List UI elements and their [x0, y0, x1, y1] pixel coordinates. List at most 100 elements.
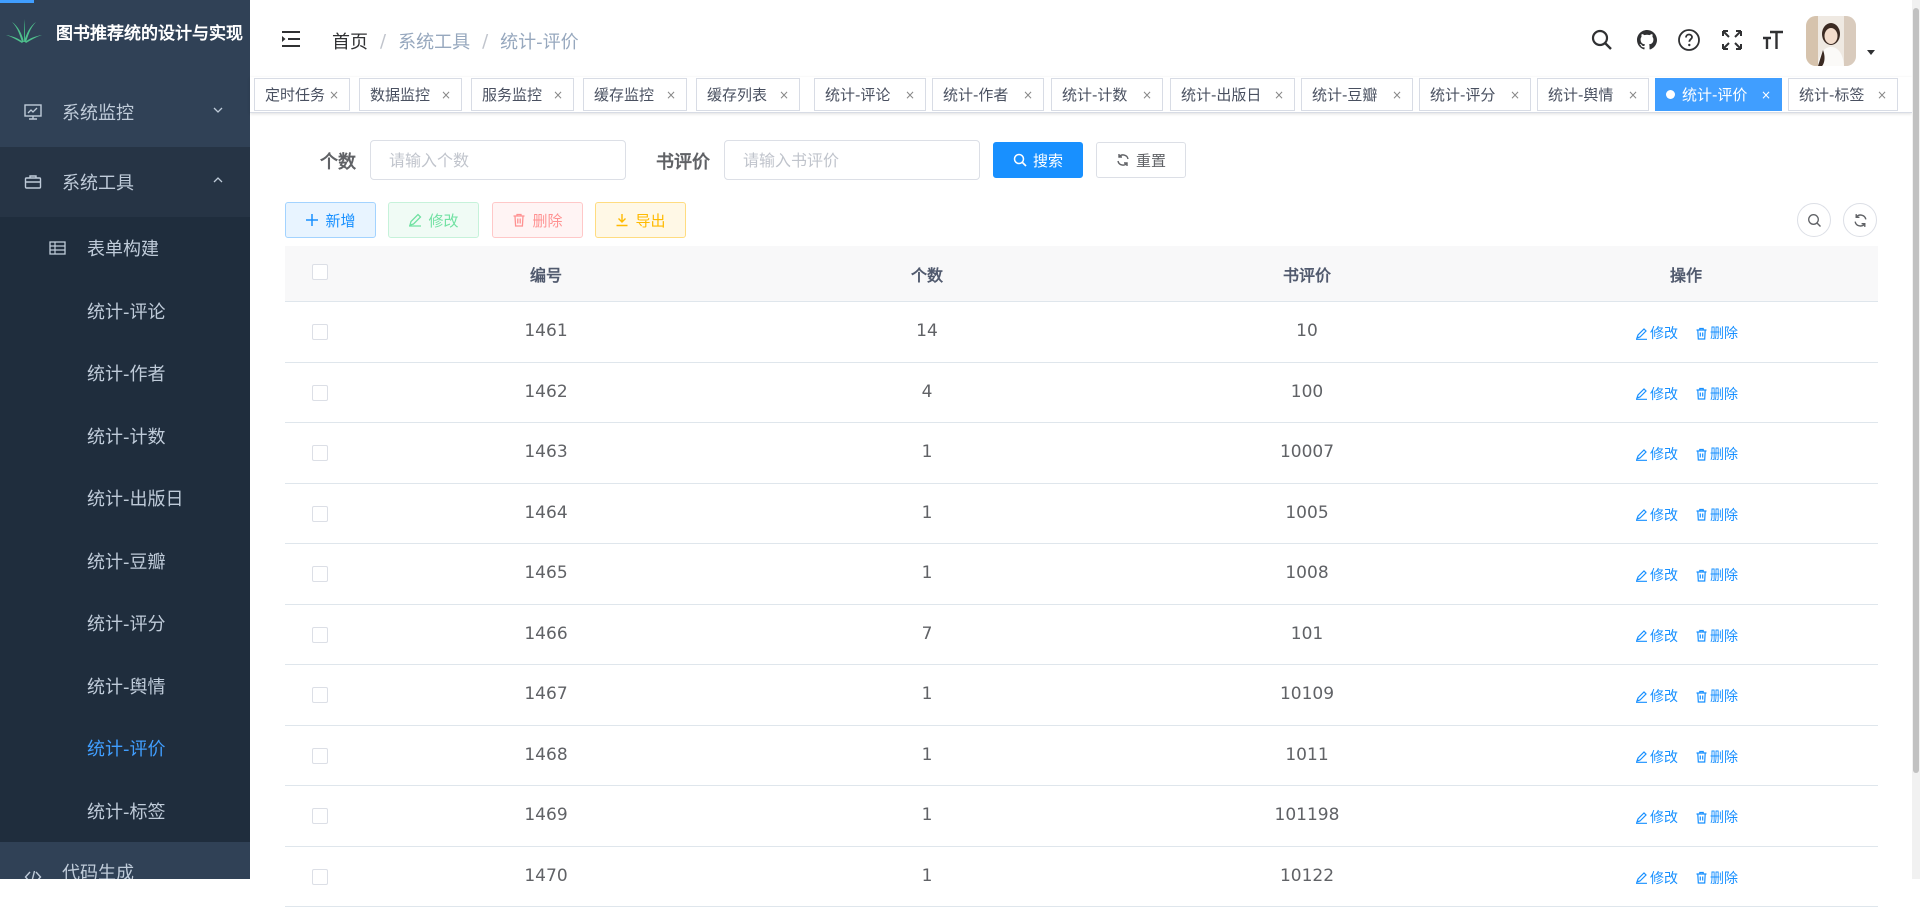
- row-checkbox[interactable]: [312, 627, 328, 643]
- sidebar-item-stat-rating[interactable]: 统计-评分: [0, 592, 250, 655]
- sidebar-item-stat-author[interactable]: 统计-作者: [0, 342, 250, 405]
- row-checkbox[interactable]: [312, 506, 328, 522]
- close-icon[interactable]: ×: [1877, 88, 1887, 102]
- tag-stat-douban[interactable]: 统计-豆瓣×: [1301, 78, 1413, 111]
- row-edit-button[interactable]: 修改: [1635, 807, 1678, 827]
- logo[interactable]: 图书推荐统的设计与实现: [0, 0, 250, 62]
- tag-cache-monitor[interactable]: 缓存监控×: [583, 78, 687, 111]
- row-delete-button[interactable]: 删除: [1695, 565, 1738, 585]
- row-delete-button[interactable]: 删除: [1695, 868, 1738, 888]
- tag-stat-author[interactable]: 统计-作者×: [932, 78, 1044, 111]
- tag-scheduled-tasks[interactable]: 定时任务×: [254, 78, 350, 111]
- row-delete-label: 删除: [1710, 323, 1738, 343]
- edit-button[interactable]: 修改: [388, 202, 479, 238]
- sidebar-item-label: 统计-计数: [87, 423, 166, 449]
- table-row: 14691101198修改删除: [285, 786, 1878, 847]
- caret-down-icon[interactable]: [1866, 49, 1876, 57]
- tag-stat-sentiment[interactable]: 统计-舆情×: [1537, 78, 1649, 111]
- row-delete-button[interactable]: 删除: [1695, 626, 1738, 646]
- row-checkbox[interactable]: [312, 566, 328, 582]
- select-all-checkbox[interactable]: [312, 264, 328, 280]
- close-icon[interactable]: ×: [1628, 88, 1638, 102]
- row-delete-button[interactable]: 删除: [1695, 686, 1738, 706]
- close-icon[interactable]: ×: [329, 88, 339, 102]
- row-edit-button[interactable]: 修改: [1635, 565, 1678, 585]
- sidebar-item-stat-douban[interactable]: 统计-豆瓣: [0, 530, 250, 593]
- row-edit-button[interactable]: 修改: [1635, 384, 1678, 404]
- review-label: 书评价: [656, 148, 710, 174]
- sidebar-item-stat-sentiment[interactable]: 统计-舆情: [0, 655, 250, 718]
- row-delete-button[interactable]: 删除: [1695, 444, 1738, 464]
- close-icon[interactable]: ×: [1023, 88, 1033, 102]
- row-edit-button[interactable]: 修改: [1635, 747, 1678, 767]
- sidebar-item-form-builder[interactable]: 表单构建: [0, 217, 250, 280]
- close-icon[interactable]: ×: [666, 88, 676, 102]
- sidebar-item-code-gen[interactable]: 代码生成: [0, 842, 250, 879]
- reset-button[interactable]: 重置: [1096, 142, 1186, 178]
- close-icon[interactable]: ×: [1274, 88, 1284, 102]
- hamburger-icon[interactable]: [280, 28, 302, 50]
- sidebar-item-system-tools[interactable]: 系统工具: [0, 147, 250, 217]
- cell-review: 10109: [1280, 684, 1334, 704]
- breadcrumb-separator: /: [482, 31, 488, 52]
- tag-stat-comment[interactable]: 统计-评论×: [814, 78, 926, 111]
- help-icon[interactable]: [1677, 28, 1701, 52]
- close-icon[interactable]: ×: [553, 88, 563, 102]
- delete-button[interactable]: 删除: [492, 202, 583, 238]
- row-edit-button[interactable]: 修改: [1635, 626, 1678, 646]
- row-edit-button[interactable]: 修改: [1635, 686, 1678, 706]
- row-delete-button[interactable]: 删除: [1695, 505, 1738, 525]
- row-checkbox[interactable]: [312, 324, 328, 340]
- sidebar-item-stat-count[interactable]: 统计-计数: [0, 405, 250, 468]
- close-icon[interactable]: ×: [1510, 88, 1520, 102]
- sidebar-item-stat-comment[interactable]: 统计-评论: [0, 280, 250, 343]
- row-edit-button[interactable]: 修改: [1635, 868, 1678, 888]
- tag-stat-publish-date[interactable]: 统计-出版日×: [1170, 78, 1295, 111]
- row-checkbox[interactable]: [312, 445, 328, 461]
- tag-data-monitor[interactable]: 数据监控×: [359, 78, 462, 111]
- tag-service-monitor[interactable]: 服务监控×: [471, 78, 574, 111]
- close-icon[interactable]: ×: [1392, 88, 1402, 102]
- font-size-icon[interactable]: [1761, 28, 1785, 52]
- row-checkbox[interactable]: [312, 748, 328, 764]
- row-delete-button[interactable]: 删除: [1695, 807, 1738, 827]
- search-icon[interactable]: [1590, 28, 1614, 52]
- cell-id: 1466: [524, 624, 567, 644]
- tag-stat-review[interactable]: 统计-评价×: [1655, 78, 1782, 111]
- sidebar-item-system-monitor[interactable]: 系统监控: [0, 77, 250, 147]
- github-icon[interactable]: [1635, 28, 1659, 52]
- add-button[interactable]: 新增: [285, 202, 376, 238]
- row-edit-button[interactable]: 修改: [1635, 505, 1678, 525]
- fullscreen-icon[interactable]: [1720, 28, 1744, 52]
- search-button[interactable]: 搜索: [993, 142, 1083, 178]
- close-icon[interactable]: ×: [905, 88, 915, 102]
- refresh-table-button[interactable]: [1843, 203, 1877, 237]
- row-delete-button[interactable]: 删除: [1695, 747, 1738, 767]
- sidebar-item-stat-review[interactable]: 统计-评价: [0, 717, 250, 780]
- row-delete-button[interactable]: 删除: [1695, 323, 1738, 343]
- breadcrumb-home[interactable]: 首页: [332, 28, 368, 54]
- row-delete-button[interactable]: 删除: [1695, 384, 1738, 404]
- tag-cache-list[interactable]: 缓存列表×: [696, 78, 800, 111]
- sidebar-item-stat-tag[interactable]: 统计-标签: [0, 780, 250, 843]
- toggle-search-button[interactable]: [1797, 203, 1831, 237]
- avatar[interactable]: [1806, 16, 1856, 66]
- close-icon[interactable]: ×: [1761, 88, 1771, 102]
- row-checkbox[interactable]: [312, 687, 328, 703]
- row-checkbox[interactable]: [312, 385, 328, 401]
- export-button[interactable]: 导出: [595, 202, 686, 238]
- review-input[interactable]: [724, 140, 980, 180]
- count-input[interactable]: [370, 140, 626, 180]
- close-icon[interactable]: ×: [779, 88, 789, 102]
- row-checkbox[interactable]: [312, 808, 328, 824]
- page-scrollbar-thumb[interactable]: [1913, 8, 1919, 773]
- close-icon[interactable]: ×: [441, 88, 451, 102]
- tag-stat-rating[interactable]: 统计-评分×: [1419, 78, 1531, 111]
- row-checkbox[interactable]: [312, 869, 328, 885]
- close-icon[interactable]: ×: [1142, 88, 1152, 102]
- tag-stat-tag[interactable]: 统计-标签×: [1788, 78, 1898, 111]
- row-edit-button[interactable]: 修改: [1635, 323, 1678, 343]
- row-edit-button[interactable]: 修改: [1635, 444, 1678, 464]
- tag-stat-count[interactable]: 统计-计数×: [1051, 78, 1163, 111]
- sidebar-item-stat-publish-date[interactable]: 统计-出版日: [0, 467, 250, 530]
